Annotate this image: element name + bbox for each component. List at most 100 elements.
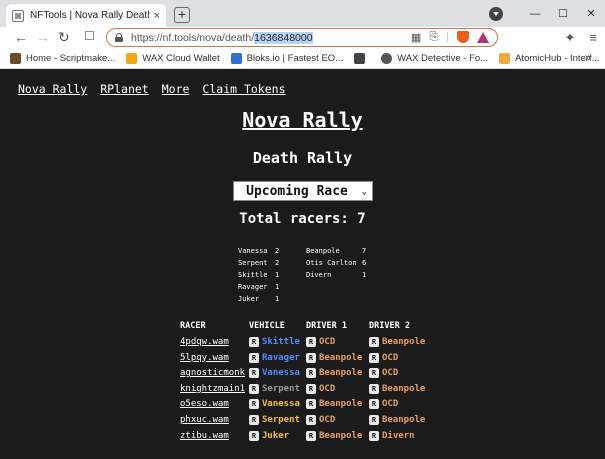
count-row: Otis Carlton 6 bbox=[306, 257, 376, 269]
page-content: Nova Rally RPlanet More Claim Tokens Nov… bbox=[0, 70, 605, 459]
table-cell: 4pdqw.wam bbox=[180, 336, 229, 348]
race-select[interactable]: Upcoming Race ⌄ bbox=[233, 181, 373, 201]
count-name: Beanpole bbox=[306, 247, 340, 255]
extensions-icon[interactable]: ✦ bbox=[565, 30, 576, 46]
racer-wallet-link[interactable]: agnosticmonk bbox=[180, 368, 245, 378]
menu-icon[interactable]: ≡ bbox=[589, 30, 597, 46]
address-bar-actions: ▦ ⎘ | bbox=[411, 31, 489, 44]
driver-2-name: Divern bbox=[382, 430, 415, 441]
table-cell: R Divern bbox=[369, 430, 415, 442]
nav-link-more[interactable]: More bbox=[162, 82, 190, 96]
table-cell: R Serpent bbox=[249, 414, 300, 426]
counts-right-column: Beanpole 7 Otis Carlton 6 Divern 1 bbox=[306, 245, 376, 281]
count-name: Divern bbox=[306, 271, 332, 279]
driver-2-name: OCD bbox=[382, 352, 399, 363]
profile-menu-icon[interactable] bbox=[489, 6, 503, 21]
counts-left-column: Vanessa 2 Serpent 2 Skittle 1 Ravager 1 Juke… bbox=[238, 245, 288, 305]
minimize-button[interactable]: — bbox=[521, 8, 549, 20]
bookmark-scriptmaker[interactable]: Home - Scriptmake... bbox=[10, 53, 115, 64]
reload-icon[interactable]: ↻ bbox=[58, 29, 70, 46]
driver-2-rarity-badge: R bbox=[369, 415, 379, 425]
close-window-button[interactable]: ✕ bbox=[577, 7, 605, 20]
tab-close-icon[interactable]: × bbox=[154, 10, 160, 22]
table-cell: R OCD bbox=[306, 336, 335, 348]
brave-rewards-icon[interactable] bbox=[477, 32, 489, 43]
count-row: Serpent 2 bbox=[238, 257, 288, 269]
racer-wallet-link[interactable]: o5eso.wam bbox=[180, 399, 229, 409]
table-cell: R OCD bbox=[306, 383, 335, 395]
table-cell: phxuc.wam bbox=[180, 414, 229, 426]
browser-tab[interactable]: NFTools | Nova Rally Death Rally × bbox=[6, 4, 166, 27]
racer-wallet-link[interactable]: 5lpqy.wam bbox=[180, 353, 229, 363]
driver-2-name: Beanpole bbox=[382, 383, 426, 394]
new-tab-button[interactable]: + bbox=[174, 7, 190, 23]
count-name: Skittle bbox=[238, 271, 268, 279]
driver-2-name: Beanpole bbox=[382, 415, 426, 425]
vehicle-rarity-badge: R bbox=[249, 415, 259, 425]
browser-tab-bar: NFTools | Nova Rally Death Rally × + — ☐… bbox=[0, 0, 605, 27]
share-icon[interactable]: ⎘ bbox=[429, 31, 438, 44]
bookmark-icon[interactable]: ☐ bbox=[84, 29, 95, 43]
nav-link-rplanet[interactable]: RPlanet bbox=[100, 82, 148, 96]
table-row: 4pdqw.wam R Skittle R OCD R Beanpole bbox=[180, 336, 440, 351]
bookmarks-overflow-icon[interactable]: » bbox=[585, 52, 591, 64]
racer-wallet-link[interactable]: 4pdqw.wam bbox=[180, 337, 229, 347]
count-value: 6 bbox=[362, 259, 367, 267]
table-cell: R OCD bbox=[369, 367, 398, 379]
driver-1-name: Beanpole bbox=[319, 352, 363, 363]
bookmark-label: Bloks.io | Fastest EO... bbox=[246, 53, 344, 64]
nav-link-nova-rally[interactable]: Nova Rally bbox=[18, 82, 87, 96]
table-cell: R Beanpole bbox=[306, 352, 362, 364]
bookmark-favicon-icon bbox=[230, 53, 242, 64]
driver-2-rarity-badge: R bbox=[369, 399, 379, 410]
table-cell: R Vanessa bbox=[249, 398, 300, 410]
table-cell: 5lpqy.wam bbox=[180, 352, 229, 364]
brave-shields-icon[interactable] bbox=[457, 31, 469, 43]
count-name: Juker bbox=[238, 295, 260, 303]
table-row: knightzmain1 R Serpent R OCD R Beanpole bbox=[180, 383, 440, 398]
page-title[interactable]: Nova Rally bbox=[0, 108, 605, 132]
vehicle-rarity-badge: R bbox=[249, 337, 259, 347]
racer-wallet-link[interactable]: ztibu.wam bbox=[180, 431, 229, 441]
racer-wallet-link[interactable]: knightzmain1 bbox=[180, 384, 245, 394]
table-cell: R Beanpole bbox=[369, 336, 425, 348]
vehicle-rarity-badge: R bbox=[249, 368, 259, 379]
bookmark-wax-cloud-wallet[interactable]: WAX Cloud Wallet bbox=[126, 53, 220, 64]
driver-1-rarity-badge: R bbox=[306, 399, 316, 410]
bookmark-label: WAX Cloud Wallet bbox=[142, 53, 220, 64]
bookmarks-bar: Home - Scriptmake... WAX Cloud Wallet Bl… bbox=[0, 49, 605, 69]
count-name: Vanessa bbox=[238, 247, 268, 255]
column-header-driver-1: DRIVER 1 bbox=[306, 321, 347, 331]
bookmark-label: Home - Scriptmake... bbox=[26, 53, 116, 64]
table-cell: ztibu.wam bbox=[180, 430, 229, 442]
driver-1-name: OCD bbox=[319, 383, 336, 394]
bookmark-wax-detective[interactable]: WAX Detective - Fo... bbox=[381, 53, 488, 64]
driver-1-rarity-badge: R bbox=[306, 352, 316, 363]
vehicle-name: Skittle bbox=[262, 337, 300, 347]
address-bar[interactable]: https://nf.tools/nova/death/1636848000 ▦… bbox=[106, 28, 498, 47]
driver-2-rarity-badge: R bbox=[369, 368, 379, 379]
forward-arrow-icon[interactable]: → bbox=[36, 29, 50, 45]
driver-2-rarity-badge: R bbox=[369, 337, 379, 347]
column-header-driver-2: DRIVER 2 bbox=[369, 321, 410, 331]
table-cell: o5eso.wam bbox=[180, 398, 229, 410]
table-cell: R OCD bbox=[369, 398, 398, 410]
bookmark-favicon-icon bbox=[354, 53, 366, 64]
nav-link-claim-tokens[interactable]: Claim Tokens bbox=[202, 82, 285, 96]
lock-icon[interactable] bbox=[115, 33, 123, 42]
racer-wallet-link[interactable]: phxuc.wam bbox=[180, 415, 229, 425]
table-cell: R Beanpole bbox=[306, 398, 362, 410]
back-arrow-icon[interactable]: ← bbox=[14, 29, 28, 45]
maximize-button[interactable]: ☐ bbox=[549, 7, 577, 20]
qr-code-icon[interactable]: ▦ bbox=[411, 31, 421, 44]
count-value: 1 bbox=[362, 271, 367, 279]
bookmark-bloks[interactable]: Bloks.io | Fastest EO... bbox=[230, 53, 344, 64]
driver-1-name: Beanpole bbox=[319, 430, 363, 441]
url-text[interactable]: https://nf.tools/nova/death/1636848000 bbox=[131, 31, 313, 44]
table-cell: R Beanpole bbox=[306, 367, 362, 379]
bookmark-icon-only[interactable] bbox=[354, 53, 370, 64]
vehicle-name: Vanessa bbox=[262, 368, 300, 379]
tab-title: NFTools | Nova Rally Death Rally bbox=[30, 10, 150, 21]
vehicle-rarity-badge: R bbox=[249, 383, 259, 394]
driver-1-name: Beanpole bbox=[319, 399, 363, 410]
